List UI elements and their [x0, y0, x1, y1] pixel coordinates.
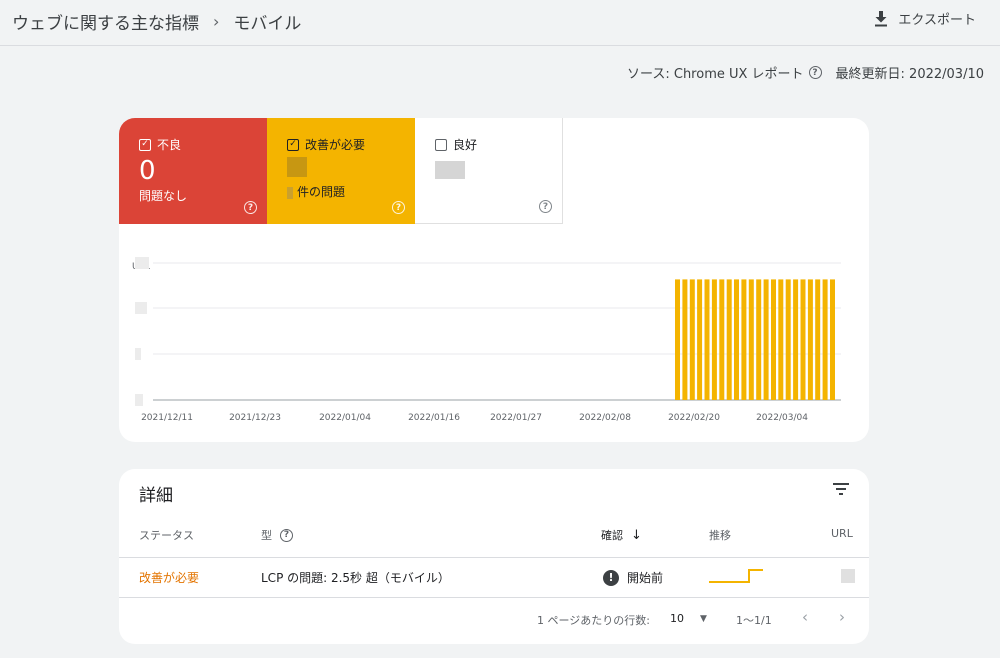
help-icon[interactable]: ? [539, 200, 552, 213]
dropdown-arrow-icon: ▼ [700, 613, 707, 624]
report-source-line: ソース: Chrome UX レポート ? 最終更新日: 2022/03/10 [627, 63, 984, 82]
table-row[interactable]: 改善が必要 LCP の問題: 2.5秒 超（モバイル） ! 開始前 [119, 558, 869, 598]
help-icon[interactable]: ? [280, 528, 293, 542]
prev-page-icon[interactable]: ‹ [802, 608, 808, 626]
checkbox-checked-icon[interactable]: ✓ [287, 138, 299, 151]
row-status: 改善が必要 [139, 571, 200, 585]
column-type-label: 型 [261, 529, 272, 542]
bar [719, 279, 725, 400]
tile-ni-subtitle: 件の問題 [297, 185, 346, 199]
bar [726, 279, 732, 400]
details-title: 詳細 [139, 486, 173, 506]
breadcrumb: ウェブに関する主な指標 › モバイル [12, 9, 301, 34]
help-icon[interactable]: ? [392, 201, 405, 214]
filter-icon[interactable] [833, 483, 849, 495]
export-label: エクスポート [898, 13, 976, 28]
row-trend-sparkline [709, 567, 763, 585]
column-trend: 推移 [709, 529, 731, 542]
bar [771, 279, 776, 400]
bar [822, 279, 828, 400]
checkbox-checked-icon[interactable]: ✓ [139, 138, 151, 151]
details-card: 詳細 ステータス 型 ? 確認 ↓ 推移 URL 改善が必要 LCP の問題: … [119, 469, 869, 644]
export-button[interactable]: エクスポート [874, 9, 976, 28]
bar [800, 279, 806, 400]
bar [741, 279, 747, 400]
tile-poor-label: 不良 [157, 138, 182, 152]
bar [748, 279, 754, 400]
help-icon[interactable]: ? [244, 201, 257, 214]
row-confirm: ! 開始前 [603, 569, 663, 586]
bar [704, 279, 710, 400]
y-tick-label-redacted [135, 302, 147, 314]
tile-poor[interactable]: ✓ 不良 0 問題なし ? [119, 118, 267, 224]
bar [682, 279, 688, 400]
x-tick-label: 2022/01/27 [490, 413, 542, 423]
rows-per-page-select[interactable]: 10 ▼ [670, 612, 707, 625]
tile-ni-label: 改善が必要 [305, 138, 366, 152]
table-header: ステータス 型 ? 確認 ↓ 推移 URL [119, 522, 869, 558]
bar [785, 279, 791, 400]
y-tick-label-redacted [135, 257, 149, 269]
bar [675, 279, 680, 400]
row-confirm-label: 開始前 [627, 571, 664, 585]
rows-per-page-value: 10 [670, 612, 684, 625]
breadcrumb-current: モバイル [233, 14, 302, 34]
tile-ni-count-redacted [287, 153, 415, 181]
bar [697, 279, 703, 400]
column-confirm[interactable]: 確認 ↓ [601, 527, 642, 543]
x-tick-label: 2021/12/11 [141, 413, 193, 423]
y-tick-label-redacted [135, 348, 141, 360]
x-tick-label: 2022/02/20 [668, 413, 720, 423]
tile-good-label: 良好 [453, 138, 478, 152]
tile-good[interactable]: 良好 ? [415, 118, 563, 224]
download-icon [875, 10, 888, 26]
summary-chart-card: ✓ 不良 0 問題なし ? ✓ 改善が必要 件の問題 ? 良好 ? URL202… [119, 118, 869, 442]
row-type: LCP の問題: 2.5秒 超（モバイル） [261, 571, 450, 585]
column-type[interactable]: 型 ? [261, 527, 293, 543]
bar [763, 279, 769, 400]
bar [793, 279, 799, 400]
bar [689, 279, 695, 400]
bar [711, 279, 717, 400]
source-label: ソース: Chrome UX レポート [627, 67, 804, 82]
x-tick-label: 2022/02/08 [579, 413, 631, 423]
row-url-redacted [841, 569, 855, 583]
x-tick-label: 2022/01/04 [319, 413, 371, 423]
bar [807, 279, 813, 400]
tile-good-count-redacted [435, 153, 562, 183]
tile-poor-count: 0 [139, 156, 156, 186]
page-range: 1〜1/1 [736, 614, 772, 627]
x-tick-label: 2022/01/16 [408, 413, 460, 423]
x-tick-label: 2021/12/23 [229, 413, 281, 423]
next-page-icon[interactable]: › [839, 608, 845, 626]
help-icon[interactable]: ? [808, 66, 822, 79]
x-tick-label: 2022/03/04 [756, 413, 808, 423]
tile-needs-improvement[interactable]: ✓ 改善が必要 件の問題 ? [267, 118, 415, 224]
bar [756, 279, 762, 400]
top-bar: ウェブに関する主な指標 › モバイル エクスポート [0, 0, 1000, 46]
column-status[interactable]: ステータス [139, 527, 194, 543]
last-updated-label: 最終更新日: 2022/03/10 [835, 67, 984, 82]
exclamation-icon: ! [603, 569, 619, 586]
rows-per-page-label: 1 ページあたりの行数: [537, 614, 650, 627]
bar [830, 279, 835, 400]
bar [815, 279, 821, 400]
breadcrumb-separator: › [213, 12, 220, 31]
column-confirm-label: 確認 [601, 529, 623, 542]
sort-arrow-down-icon: ↓ [631, 527, 642, 543]
bar [734, 279, 739, 400]
breadcrumb-parent[interactable]: ウェブに関する主な指標 [12, 9, 199, 34]
y-tick-label-redacted [135, 394, 143, 406]
bar [778, 279, 784, 400]
column-url: URL [831, 527, 853, 540]
issues-bar-chart: URL2021/12/112021/12/232022/01/042022/01… [132, 257, 841, 423]
checkbox-unchecked-icon[interactable] [435, 138, 447, 151]
redacted-number [287, 186, 293, 199]
